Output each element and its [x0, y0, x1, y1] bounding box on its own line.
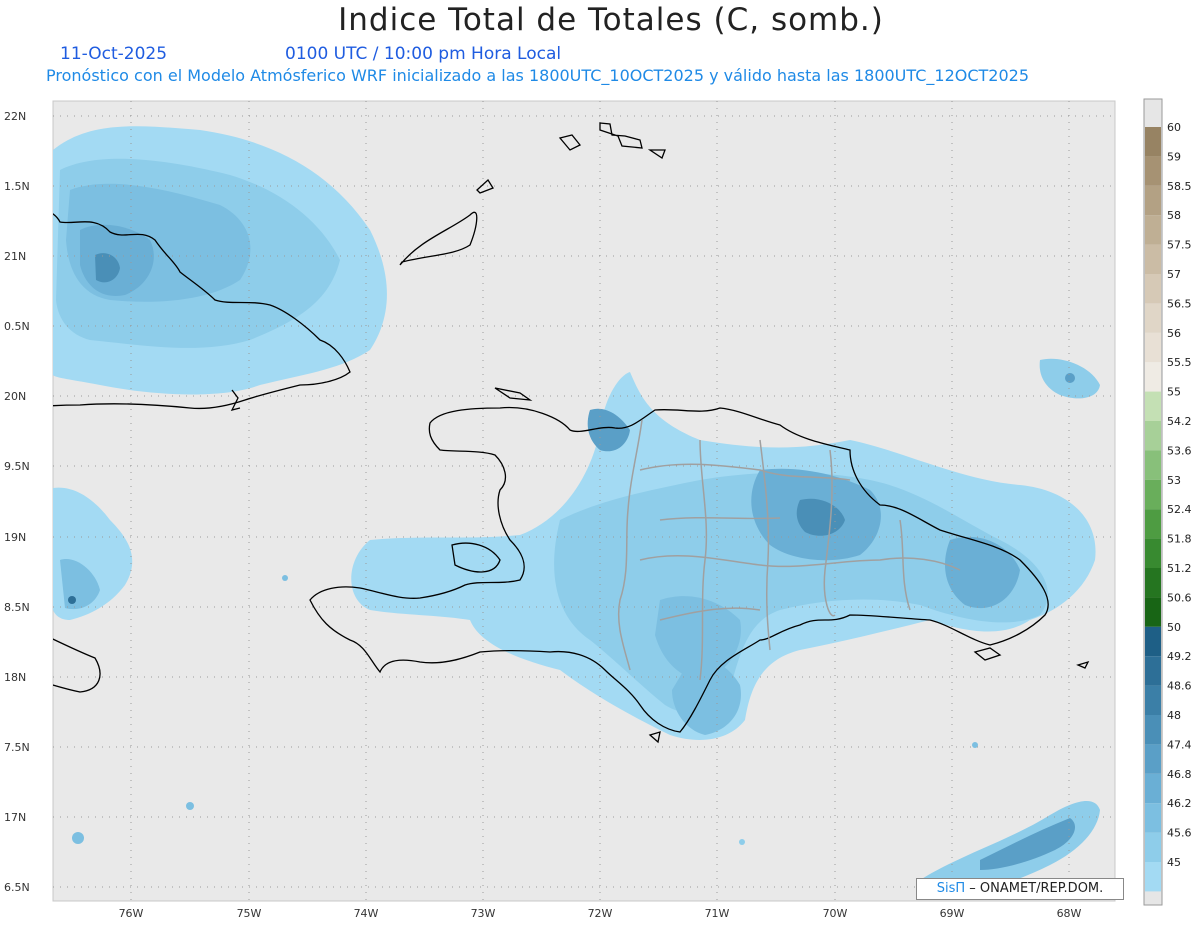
colorbar-label: 47.4: [1167, 738, 1192, 751]
lon-label: 76W: [119, 907, 144, 920]
sispi-logo: SisΠ: [936, 881, 966, 896]
colorbar-swatch: [1145, 332, 1161, 363]
colorbar-swatch: [1145, 685, 1161, 715]
lat-label: 0.5N: [4, 320, 30, 333]
colorbar-swatch: [1145, 362, 1161, 392]
colorbar-label: 60: [1167, 121, 1181, 134]
lon-label: 75W: [237, 907, 262, 920]
lat-label: 18N: [4, 671, 26, 684]
colorbar-label: 45.6: [1167, 827, 1192, 840]
colorbar-swatch: [1145, 509, 1161, 539]
colorbar-swatch: [1145, 156, 1161, 186]
credit-box: SisΠ – ONAMET/REP.DOM.: [916, 878, 1124, 900]
colorbar-label: 51.8: [1167, 533, 1192, 546]
colorbar-swatches: [1145, 127, 1161, 892]
colorbar-label: 58.5: [1167, 180, 1192, 193]
lon-label: 68W: [1057, 907, 1082, 920]
lat-axis: 22N 1.5N 21N 0.5N 20N 9.5N 19N 8.5N 18N …: [4, 110, 30, 894]
colorbar-swatch: [1145, 127, 1161, 157]
colorbar-swatch: [1145, 862, 1161, 892]
lat-label: 1.5N: [4, 180, 30, 193]
colorbar-swatch: [1145, 656, 1161, 686]
colorbar-label: 57.5: [1167, 239, 1192, 252]
weather-map: 22N 1.5N 21N 0.5N 20N 9.5N 19N 8.5N 18N …: [4, 98, 1192, 920]
colorbar-label: 50.6: [1167, 591, 1192, 604]
colorbar-swatch: [1145, 215, 1161, 245]
lon-label: 71W: [705, 907, 730, 920]
colorbar-swatch: [1145, 274, 1161, 304]
lon-label: 73W: [471, 907, 496, 920]
colorbar-label: 57: [1167, 268, 1181, 281]
lat-label: 21N: [4, 250, 26, 263]
colorbar-label: 56.5: [1167, 297, 1192, 310]
colorbar-swatch: [1145, 244, 1161, 274]
colorbar-swatch: [1145, 421, 1161, 451]
colorbar-swatch: [1145, 303, 1161, 333]
lat-label: 6.5N: [4, 881, 30, 894]
colorbar-swatch: [1145, 391, 1161, 421]
colorbar-label: 53: [1167, 474, 1181, 487]
colorbar-swatch: [1145, 185, 1161, 216]
lat-label: 22N: [4, 110, 26, 123]
colorbar-labels: 60 59 58.5 58 57.5 57 56.5 56 55.5 55 54.2 53.6 53 52…: [1167, 121, 1192, 869]
lon-label: 72W: [588, 907, 613, 920]
colorbar-swatch: [1145, 773, 1161, 804]
lat-label: 17N: [4, 811, 26, 824]
colorbar-swatch: [1145, 626, 1161, 657]
colorbar-label: 45: [1167, 856, 1181, 869]
colorbar-swatch: [1145, 479, 1161, 510]
colorbar-swatch: [1145, 450, 1161, 480]
colorbar-swatch: [1145, 597, 1161, 627]
colorbar-label: 59: [1167, 150, 1181, 163]
colorbar-label: 46.8: [1167, 768, 1192, 781]
colorbar-label: 46.2: [1167, 797, 1192, 810]
colorbar-label: 50: [1167, 621, 1181, 634]
colorbar-label: 48: [1167, 709, 1181, 722]
lat-label: 19N: [4, 531, 26, 544]
lat-label: 9.5N: [4, 460, 30, 473]
colorbar-swatch: [1145, 568, 1161, 598]
colorbar-label: 54.2: [1167, 415, 1192, 428]
colorbar-swatch: [1145, 715, 1161, 745]
lat-label: 8.5N: [4, 601, 30, 614]
lon-axis: 76W 75W 74W 73W 72W 71W 70W 69W 68W: [119, 907, 1082, 920]
lon-label: 74W: [354, 907, 379, 920]
colorbar-label: 49.2: [1167, 650, 1192, 663]
colorbar-label: 56: [1167, 327, 1181, 340]
colorbar-label: 48.6: [1167, 680, 1192, 693]
credit-text: – ONAMET/REP.DOM.: [965, 881, 1104, 896]
lon-label: 70W: [823, 907, 848, 920]
lat-label: 20N: [4, 390, 26, 403]
colorbar-label: 52.4: [1167, 503, 1192, 516]
lat-label: 7.5N: [4, 741, 30, 754]
lon-label: 69W: [940, 907, 965, 920]
colorbar-label: 55: [1167, 386, 1181, 399]
colorbar-swatch: [1145, 803, 1161, 833]
colorbar-label: 58: [1167, 209, 1181, 222]
colorbar-swatch: [1145, 538, 1161, 568]
colorbar-label: 53.6: [1167, 444, 1192, 457]
colorbar-swatch: [1145, 832, 1161, 862]
colorbar-label: 55.5: [1167, 356, 1192, 369]
colorbar-swatch: [1145, 744, 1161, 774]
colorbar-label: 51.2: [1167, 562, 1192, 575]
